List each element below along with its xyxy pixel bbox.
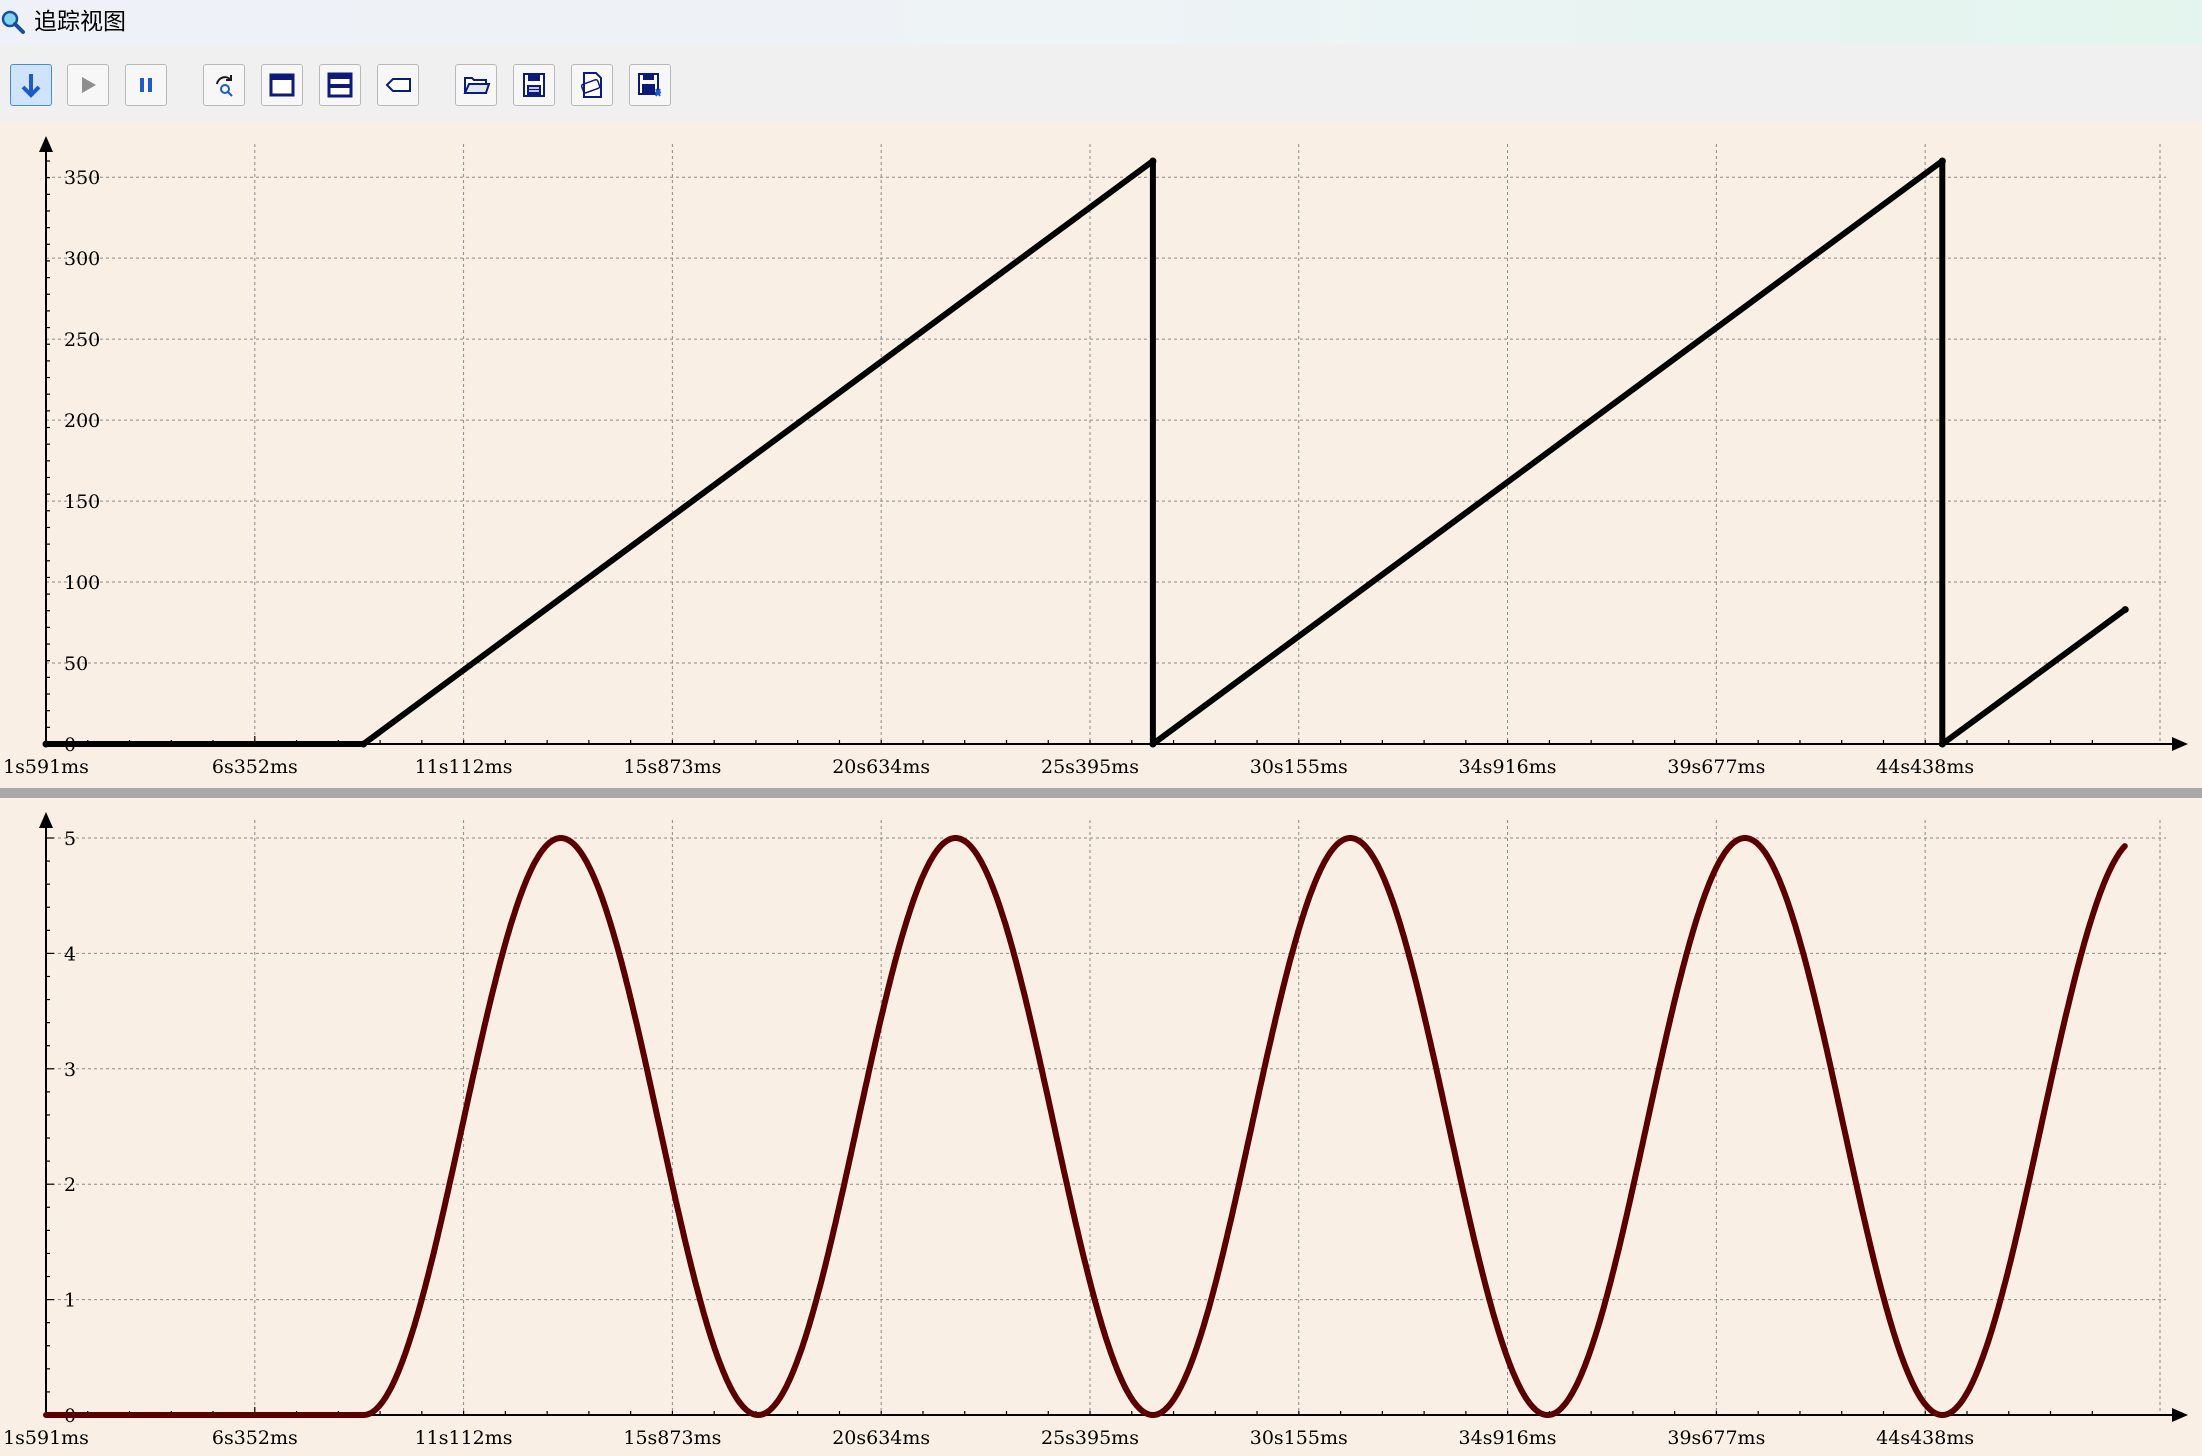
data-point [359,740,367,748]
magnifier-icon [1,10,25,34]
export-csv-button[interactable] [571,64,613,106]
data-point [1149,157,1157,165]
x-tick-label: 44s438ms [1876,1427,1974,1449]
sine-chart: 0123451s591ms 6s352ms 11s112ms 15s873ms 20s6… [3,812,2188,1449]
y-tick-label: 300 [64,248,100,270]
open-button[interactable] [455,64,497,106]
data-point [2121,606,2129,614]
y-tick-label: 250 [64,329,100,351]
x-tick-label: 30s155ms [1250,1427,1348,1449]
x-tick-label: 11s112ms [415,756,513,778]
trace-plot-top[interactable]: 0 50 100 150 200 250 300 350 1s591ms 6s352ms 11s11… [0,122,2202,788]
x-tick-label: 6s352ms [212,756,298,778]
x-tick-label: 34s916ms [1459,756,1557,778]
single-window-icon [269,73,295,97]
tag-icon [385,78,411,92]
x-tick-label: 34s916ms [1459,1427,1557,1449]
x-tick-label: 39s677ms [1667,756,1765,778]
data-point [1938,740,1946,748]
play-icon [82,77,96,93]
series-line [43,835,2128,1418]
x-tick-label: 11s112ms [415,1427,513,1449]
save-as-button[interactable] [629,64,671,106]
series-line [43,158,2129,747]
run-button[interactable] [67,64,109,106]
x-tick-label: 6s352ms [212,1427,298,1449]
x-tick-label: 1s591ms [3,756,89,778]
refresh-icon [216,75,233,97]
pause-icon [140,78,152,92]
pause-button[interactable] [125,64,167,106]
x-axis-arrow [2172,1408,2188,1422]
folder-open-icon [463,77,491,94]
arrow-down-icon [21,74,41,98]
x-axis-arrow [2172,737,2188,751]
x-tick-label: 20s634ms [832,1427,930,1449]
scroll-down-button[interactable] [10,64,52,106]
x-tick-label: 20s634ms [832,756,930,778]
y-axis-arrow [39,812,53,828]
save-as-icon [638,73,661,97]
split-view-button[interactable] [319,64,361,106]
x-tick-label: 25s395ms [1041,756,1139,778]
sawtooth-chart: 0501001502002503003501s591ms 6s352ms 11s11… [3,136,2188,778]
x-tick-label: 15s873ms [623,756,721,778]
y-tick-label: 5 [64,828,76,850]
x-tick-label: 1s591ms [3,1427,89,1449]
toolbar [0,44,2202,123]
x-tick-label: 39s677ms [1667,1427,1765,1449]
save-button[interactable] [513,64,555,106]
refresh-button[interactable] [203,64,245,106]
y-axis-arrow [39,136,53,152]
csv-file-icon [580,72,602,98]
y-tick-label: 350 [64,167,100,189]
y-tick-label: 100 [64,572,100,594]
x-tick-label: 15s873ms [623,1427,721,1449]
y-tick-label: 50 [64,653,88,675]
y-tick-label: 200 [64,410,100,432]
y-tick-label: 4 [64,943,76,965]
window-title: 追踪视图 [34,9,126,35]
trace-plot-bottom[interactable]: 0 1 2 3 4 5 1s591ms 6s352ms 11s112ms 15s873ms 20s6… [0,798,2202,1456]
split-window-icon [327,72,353,98]
y-tick-label: 150 [64,491,100,513]
title-bar: 追踪视图 [0,0,2202,44]
x-tick-label: 44s438ms [1876,756,1974,778]
save-icon [523,73,545,97]
data-point [1149,740,1157,748]
tag-button[interactable] [377,64,419,106]
y-tick-label: 2 [64,1174,76,1196]
data-point [1938,157,1946,165]
y-tick-label: 1 [64,1290,76,1312]
single-view-button[interactable] [261,64,303,106]
x-tick-label: 30s155ms [1250,756,1348,778]
plot-splitter[interactable] [0,788,2202,798]
x-tick-label: 25s395ms [1041,1427,1139,1449]
y-tick-label: 3 [64,1059,76,1081]
data-point [42,740,50,748]
